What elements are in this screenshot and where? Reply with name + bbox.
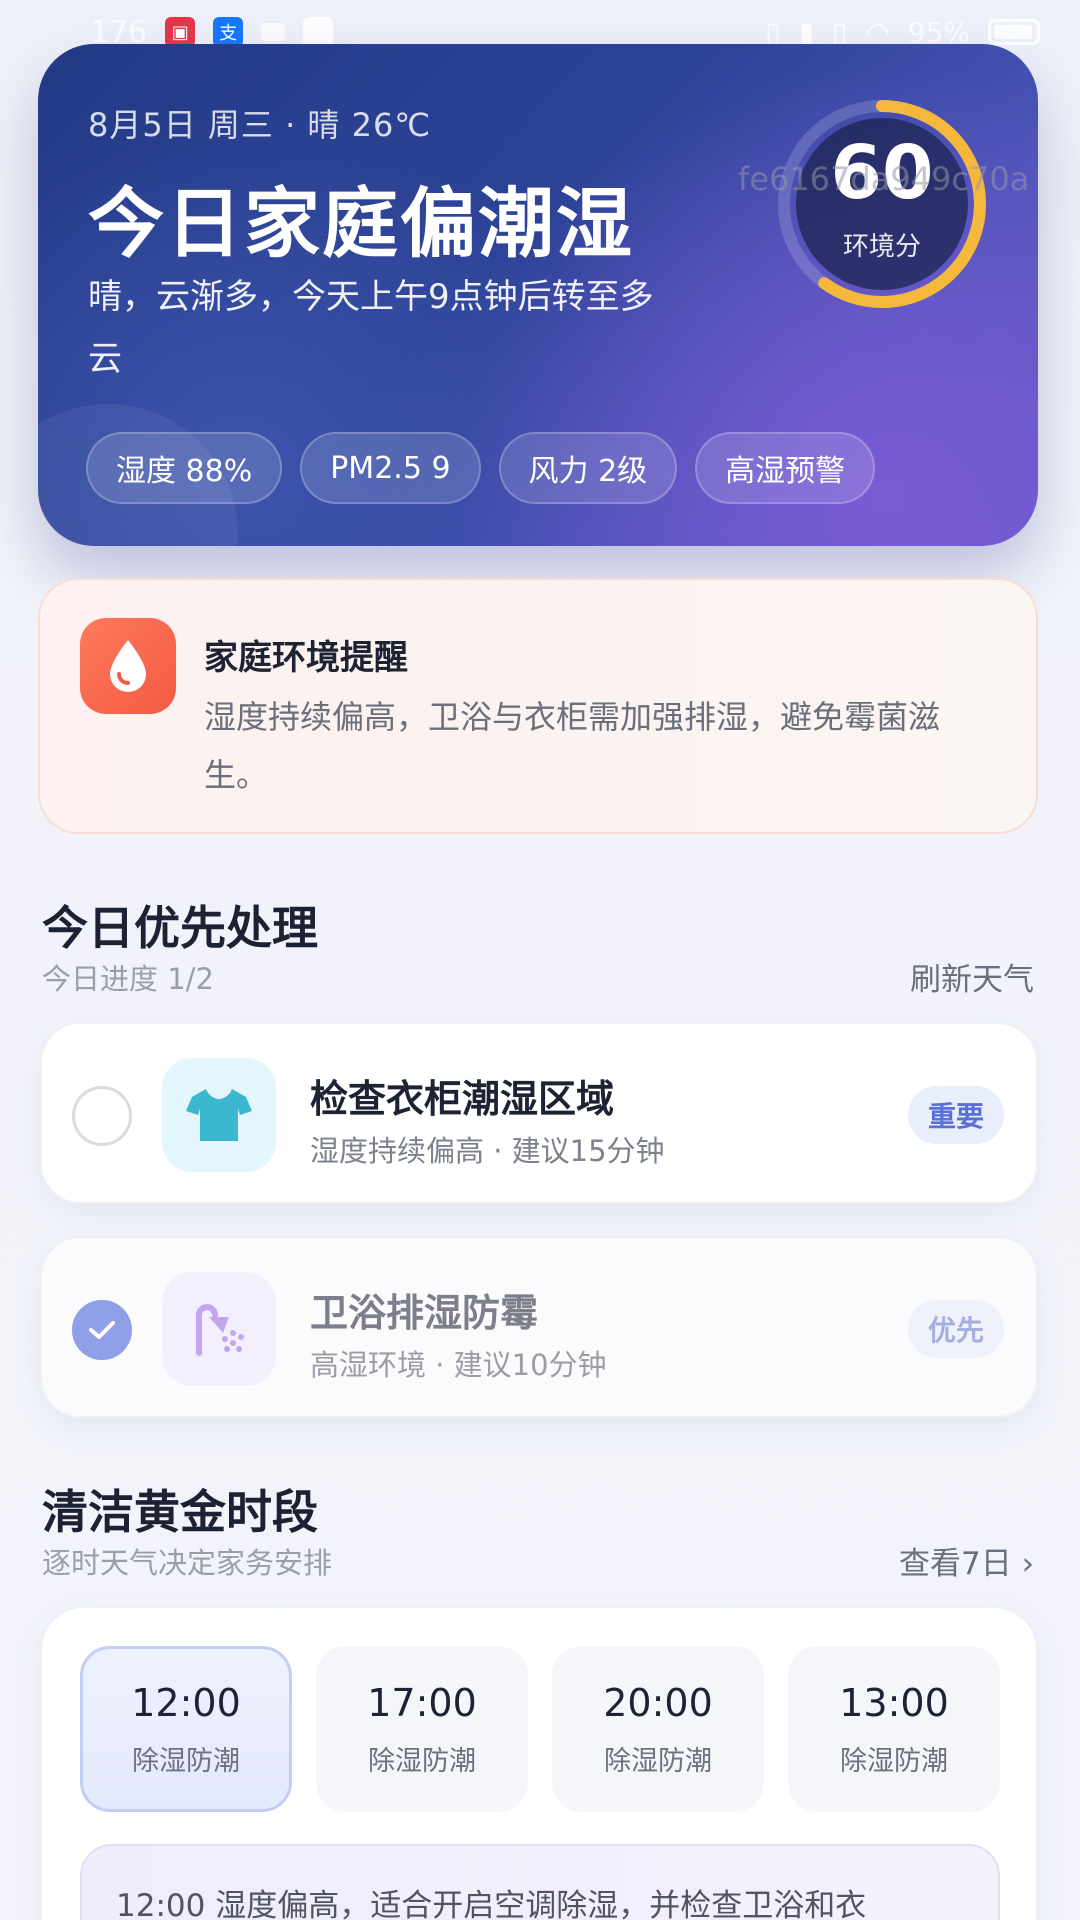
hero-chip-row: 湿度 88% PM2.5 9 风力 2级 高湿预警	[86, 432, 876, 504]
hero-date: 8月5日 周三 · 晴 26℃	[88, 106, 432, 144]
tshirt-icon	[162, 1058, 276, 1172]
time-slots-card: 12:00 除湿防潮 17:00 除湿防潮 20:00 除湿防潮 13:00 除…	[40, 1606, 1038, 1920]
refresh-weather-link[interactable]: 刷新天气	[910, 954, 1034, 999]
water-drop-icon	[80, 618, 176, 714]
task-checkbox-unchecked[interactable]	[72, 1086, 132, 1146]
message-notification-icon	[261, 23, 286, 41]
slot-label: 除湿防潮	[604, 1745, 712, 1777]
time-slot-selected[interactable]: 12:00 除湿防潮	[80, 1646, 292, 1812]
time-slot[interactable]: 20:00 除湿防潮	[552, 1646, 764, 1812]
chip-humidity-warning[interactable]: 高湿预警	[695, 432, 876, 504]
slot-time: 13:00	[839, 1680, 949, 1725]
chip-humidity[interactable]: 湿度 88%	[86, 432, 283, 504]
slot-label: 除湿防潮	[368, 1745, 476, 1777]
golden-time-section-title: 清洁黄金时段	[42, 1485, 318, 1539]
slot-time: 17:00	[367, 1680, 477, 1725]
hero-description: 晴，云渐多，今天上午9点钟后转至多云	[88, 277, 654, 379]
priority-progress: 今日进度 1/2	[42, 962, 214, 996]
slot-time: 12:00	[131, 1680, 241, 1725]
slot-label: 除湿防潮	[840, 1745, 948, 1777]
time-slot-advice: 12:00 湿度偏高，适合开启空调除湿，并检查卫浴和衣	[80, 1844, 1000, 1920]
golden-time-subtitle: 逐时天气决定家务安排	[42, 1546, 333, 1580]
task-meta: 湿度持续偏高 · 建议15分钟	[310, 1134, 665, 1168]
task-card-wardrobe[interactable]: 检查衣柜潮湿区域 湿度持续偏高 · 建议15分钟 重要	[40, 1022, 1038, 1204]
environment-score-label: 环境分	[842, 232, 921, 262]
task-tag-priority: 优先	[907, 1300, 1004, 1358]
home-environment-reminder-card[interactable]: 家庭环境提醒 湿度持续偏高，卫浴与衣柜需加强排湿，避免霉菌滋生。	[38, 578, 1038, 834]
task-card-bathroom[interactable]: 卫浴排湿防霉 高湿环境 · 建议10分钟 优先	[40, 1236, 1038, 1418]
view-7-days-link[interactable]: 查看7日 ›	[899, 1538, 1034, 1583]
task-meta: 高湿环境 · 建议10分钟	[310, 1348, 607, 1382]
app-notification-icon: ▣	[165, 17, 196, 47]
app-notification-icon-2	[303, 17, 334, 47]
task-title: 卫浴排湿防霉	[310, 1291, 539, 1335]
reminder-title: 家庭环境提醒	[204, 638, 408, 678]
priority-section-title: 今日优先处理	[42, 901, 318, 955]
shower-icon	[162, 1272, 276, 1386]
chip-wind[interactable]: 风力 2级	[498, 432, 678, 504]
hero-title: 今日家庭偏潮湿	[88, 179, 634, 268]
watermark-text: fe6167da949c70a	[738, 160, 1030, 198]
slot-label: 除湿防潮	[132, 1745, 240, 1777]
task-checkbox-checked[interactable]	[72, 1300, 132, 1360]
alipay-notification-icon: 支	[213, 17, 244, 47]
time-slot[interactable]: 13:00 除湿防潮	[788, 1646, 1000, 1812]
chip-pm25[interactable]: PM2.5 9	[300, 432, 481, 504]
slot-time: 20:00	[603, 1680, 713, 1725]
time-slot[interactable]: 17:00 除湿防潮	[316, 1646, 528, 1812]
task-title: 检查衣柜潮湿区域	[310, 1077, 615, 1121]
checkmark-icon	[89, 1321, 115, 1339]
task-tag-important: 重要	[907, 1086, 1004, 1144]
battery-icon	[988, 19, 1040, 45]
reminder-text: 湿度持续偏高，卫浴与衣柜需加强排湿，避免霉菌滋生。	[204, 698, 941, 794]
weather-hero-card[interactable]: 8月5日 周三 · 晴 26℃ 今日家庭偏潮湿 晴，云渐多，今天上午9点钟后转至…	[38, 44, 1038, 546]
